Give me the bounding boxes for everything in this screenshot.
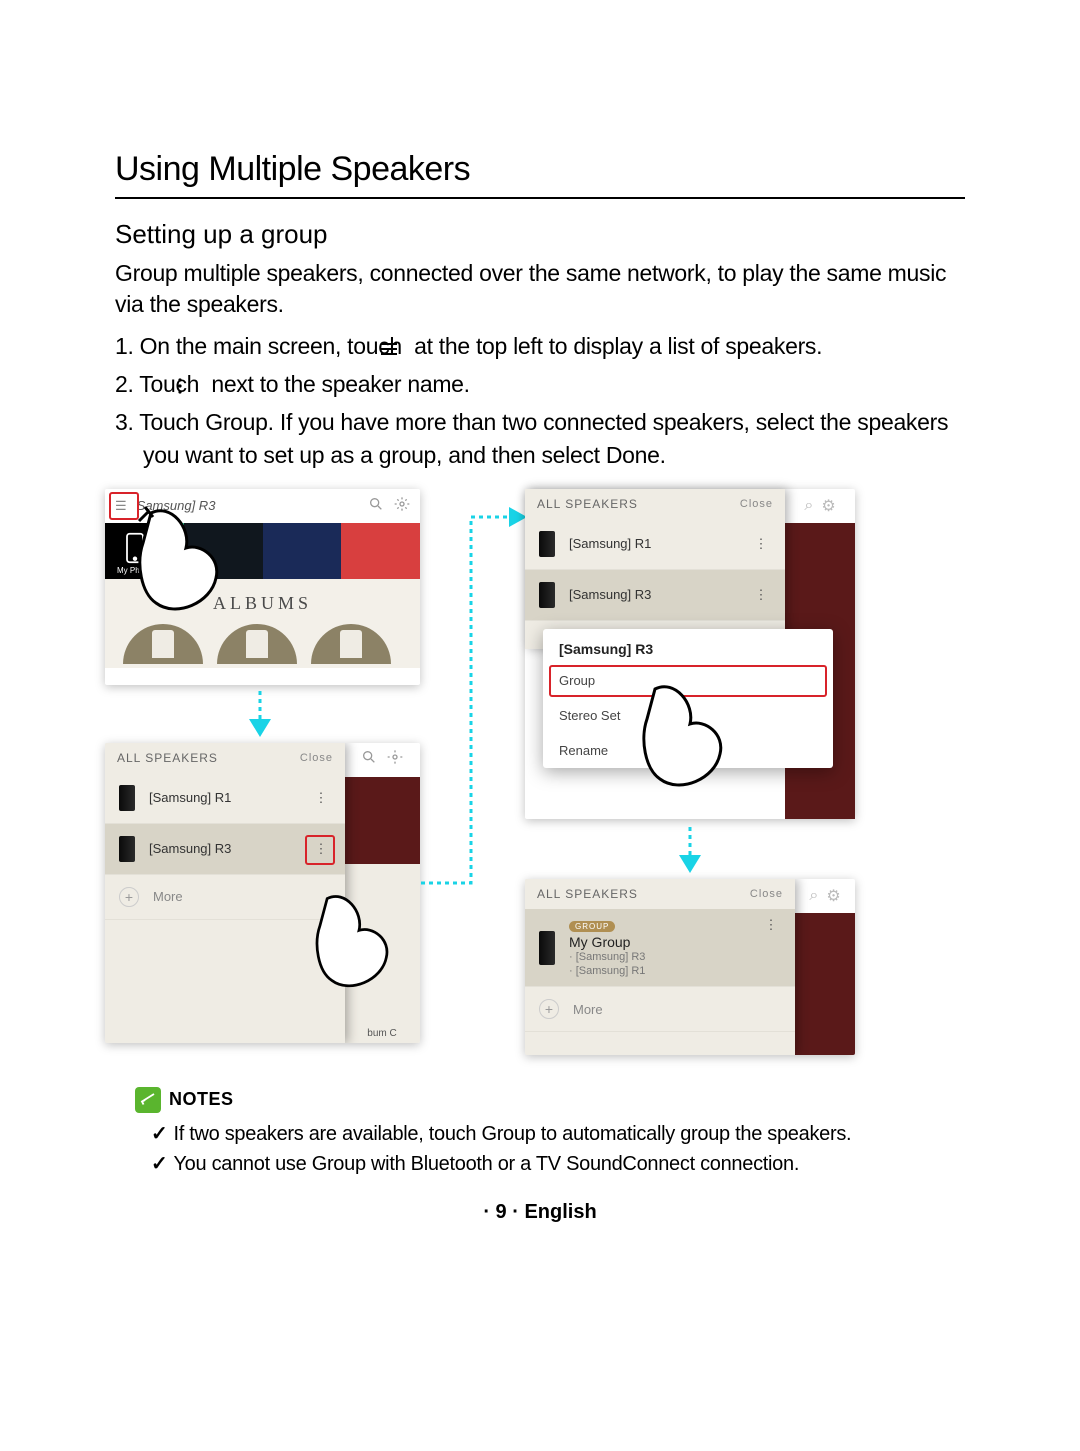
flow-arrow-icon	[675, 825, 705, 875]
speaker-icon	[539, 531, 555, 557]
more-row[interactable]: + More	[105, 875, 345, 920]
menu-item-stereo[interactable]: Stereo Set	[543, 698, 833, 733]
notes-heading: NOTES	[169, 1089, 234, 1110]
gear-icon[interactable]: ⚙	[826, 886, 840, 906]
speaker-icon	[539, 931, 555, 965]
intro-text: Group multiple speakers, connected over …	[115, 258, 965, 320]
check-icon: ✓	[151, 1123, 167, 1145]
album-thumb[interactable]	[217, 624, 297, 664]
gear-icon[interactable]: ⚙	[821, 496, 835, 516]
more-row[interactable]: + More	[525, 987, 795, 1032]
more-dots-icon[interactable]: ⋮	[311, 790, 331, 806]
screenshot-drawer: bum C ALL SPEAKERS Close [Samsung] R1 ⋮ …	[105, 743, 420, 1043]
close-button[interactable]: Close	[750, 888, 783, 900]
drawer-title: ALL SPEAKERS	[117, 751, 218, 765]
group-row[interactable]: GROUP My Group · [Samsung] R3 · [Samsung…	[525, 909, 795, 988]
close-button[interactable]: Close	[300, 752, 333, 764]
section-subtitle: Setting up a group	[115, 219, 965, 250]
search-icon[interactable]: ⌕	[804, 497, 813, 515]
speaker-icon	[539, 582, 555, 608]
flow-arrow-icon	[245, 689, 275, 739]
notes-icon	[135, 1087, 161, 1113]
speaker-row-r1[interactable]: [Samsung] R1 ⋮	[105, 773, 345, 824]
plus-icon: +	[539, 999, 559, 1019]
popup-title: [Samsung] R3	[543, 629, 833, 663]
speaker-row-r1[interactable]: [Samsung] R1 ⋮	[525, 519, 785, 570]
note-1: ✓If two speakers are available, touch Gr…	[135, 1119, 965, 1149]
screenshot-grouped: ⌕ ⚙ ALL SPEAKERS Close GROUP My Group · …	[525, 879, 855, 1055]
step-3: 3. Touch Group. If you have more than tw…	[115, 406, 965, 470]
speaker-row-r3[interactable]: [Samsung] R3 ⋮	[525, 570, 785, 621]
more-dots-icon[interactable]: ⋮	[751, 587, 771, 603]
more-dots-icon[interactable]: ⋮	[751, 536, 771, 552]
my-phone-tile[interactable]: My Phone	[105, 523, 165, 579]
menu-item-group[interactable]: Group	[543, 663, 833, 698]
speaker-icon	[119, 785, 135, 811]
album-c-label: bum C	[344, 864, 420, 1043]
page-footer: · 9 · English	[115, 1201, 965, 1224]
figure-area: ☰ Samsung] R3 My Phone ALBUMS	[105, 489, 955, 1069]
more-dots-icon[interactable]: ⋮	[761, 917, 781, 933]
search-icon[interactable]	[361, 749, 377, 770]
notes-section: NOTES ✓If two speakers are available, to…	[115, 1087, 965, 1179]
group-badge: GROUP	[569, 921, 615, 932]
context-menu: [Samsung] R3 Group Stereo Set Rename	[543, 629, 833, 768]
album-thumb[interactable]	[311, 624, 391, 664]
screenshot-popup: ⌕ ⚙ ALL SPEAKERS Close [Samsung] R1 ⋮ [S…	[525, 489, 855, 819]
speaker-row-r3[interactable]: [Samsung] R3 ⋮	[105, 824, 345, 875]
header-title: Samsung] R3	[137, 498, 216, 513]
gear-icon[interactable]	[394, 496, 410, 515]
check-icon: ✓	[151, 1153, 167, 1175]
close-button[interactable]: Close	[740, 498, 773, 510]
album-thumb[interactable]	[123, 624, 203, 664]
step-2: 2. Touch next to the speaker name.	[115, 368, 965, 402]
note-2: ✓You cannot use Group with Bluetooth or …	[135, 1149, 965, 1179]
highlight-hamburger	[109, 492, 139, 520]
more-dots-icon[interactable]: ⋮	[311, 841, 331, 857]
search-icon[interactable]	[368, 496, 384, 515]
gear-icon[interactable]	[387, 749, 403, 770]
albums-label: ALBUMS	[105, 579, 420, 624]
search-icon[interactable]: ⌕	[809, 887, 818, 905]
menu-item-rename[interactable]: Rename	[543, 733, 833, 768]
drawer-title: ALL SPEAKERS	[537, 887, 638, 901]
screenshot-main: ☰ Samsung] R3 My Phone ALBUMS	[105, 489, 420, 685]
step-1: 1. On the main screen, touch at the top …	[115, 330, 965, 364]
page-title: Using Multiple Speakers	[115, 150, 965, 199]
flow-arrow-icon	[421, 503, 531, 903]
drawer-title: ALL SPEAKERS	[537, 497, 638, 511]
group-name: My Group	[569, 934, 645, 950]
plus-icon: +	[119, 887, 139, 907]
speaker-icon	[119, 836, 135, 862]
steps-list: 1. On the main screen, touch at the top …	[115, 330, 965, 471]
